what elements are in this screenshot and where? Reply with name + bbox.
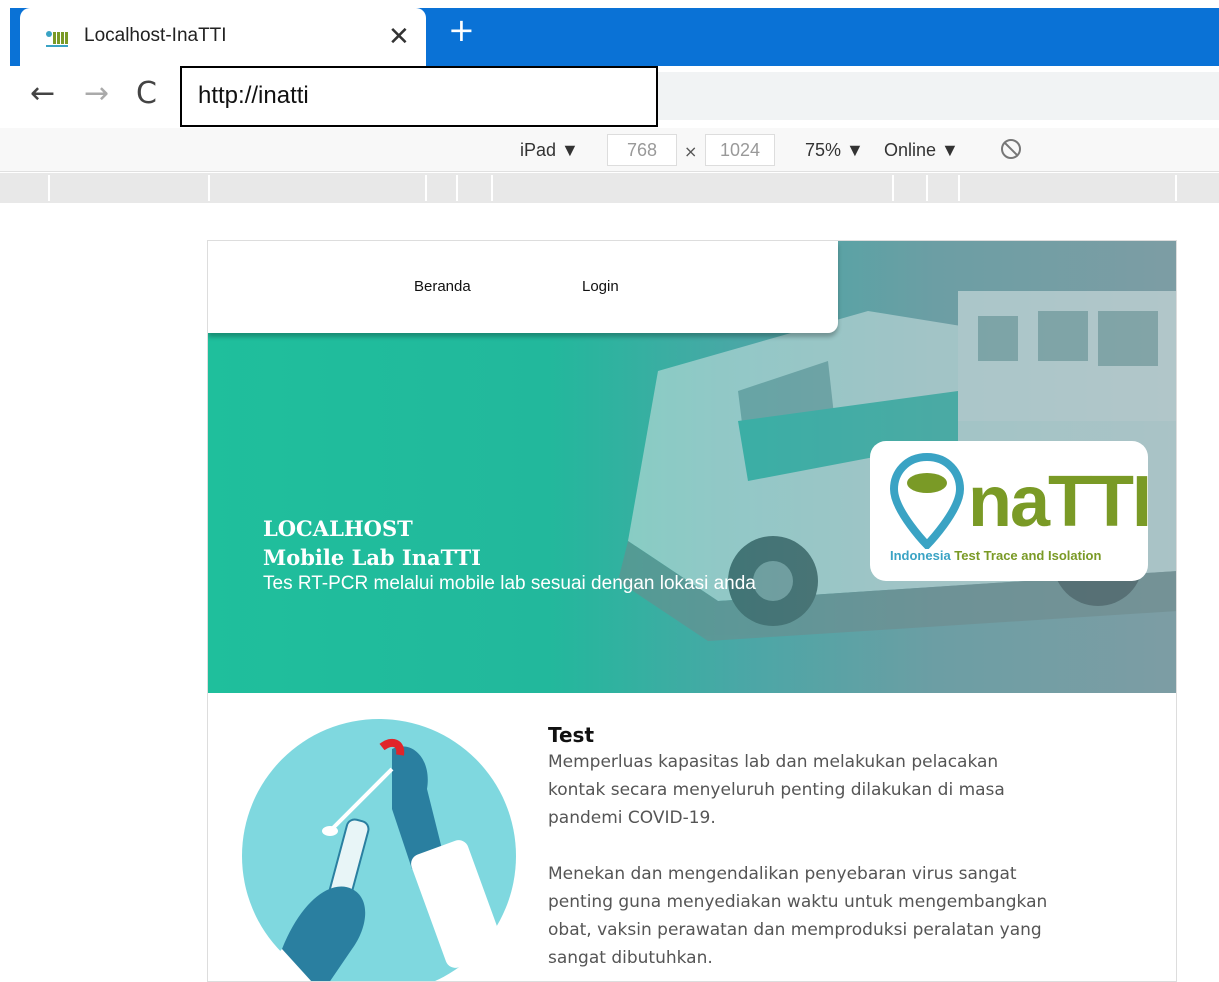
ruler-tick (892, 175, 894, 201)
forward-arrow-icon[interactable]: → (84, 76, 109, 111)
nav-link-login[interactable]: Login (582, 278, 619, 295)
ruler-tick (491, 175, 493, 201)
swab-test-illustration (242, 719, 516, 981)
address-bar-row: ← → C http://inatti (0, 66, 1219, 127)
test-paragraph-2: Menekan dan mengendalikan penyebaran vir… (548, 864, 1048, 968)
hero-subtitle: Tes RT-PCR melalui mobile lab sesuai den… (263, 573, 756, 594)
url-input[interactable]: http://inatti (180, 66, 658, 127)
logo-tagline-rest: Test Trace and Isolation (950, 548, 1102, 563)
ruler-tick (456, 175, 458, 201)
ruler-tick (1175, 175, 1177, 201)
network-throttle-select[interactable]: Online ▼ (884, 140, 959, 161)
test-section-title: Test (548, 723, 595, 747)
device-select[interactable]: iPad ▼ (520, 140, 579, 161)
map-pin-icon (889, 453, 965, 549)
emulated-page: Beranda Login LOCALHOST Mobile Lab InaTT… (207, 240, 1177, 982)
device-width-input[interactable]: 768 (607, 134, 677, 166)
logo-brand-text: naTTI (968, 462, 1152, 542)
logo-tagline: Indonesia Test Trace and Isolation (890, 548, 1101, 563)
inatti-favicon-icon (44, 28, 70, 48)
dimension-separator: × (684, 142, 698, 161)
ruler-tick (958, 175, 960, 201)
back-arrow-icon[interactable]: ← (30, 76, 55, 111)
zoom-select[interactable]: 75% ▼ (805, 140, 864, 161)
ruler-tick (208, 175, 210, 201)
test-paragraph-1: Memperluas kapasitas lab dan melakukan p… (548, 752, 1005, 828)
reload-icon[interactable]: C (136, 76, 157, 111)
ruler-tick (48, 175, 50, 201)
hero-banner: Beranda Login LOCALHOST Mobile Lab InaTT… (208, 241, 1176, 693)
hero-title-line1: LOCALHOST (263, 516, 413, 541)
logo-tagline-indonesia: Indonesia (890, 548, 951, 563)
browser-tab-strip: Localhost-InaTTI ✕ + (0, 0, 1219, 66)
device-height-input[interactable]: 1024 (705, 134, 775, 166)
nav-link-beranda[interactable]: Beranda (414, 278, 471, 295)
ruler-tick (926, 175, 928, 201)
hero-title-line2: Mobile Lab InaTTI (263, 545, 481, 570)
new-tab-button[interactable]: + (448, 14, 475, 46)
device-toolbar: iPad ▼ 768 × 1024 75% ▼ Online ▼ (0, 128, 1219, 172)
omnibox-background (656, 72, 1219, 120)
ruler-tick (425, 175, 427, 201)
tab-close-icon[interactable]: ✕ (388, 22, 410, 52)
rotate-icon[interactable] (998, 136, 1024, 162)
tab-title: Localhost-InaTTI (84, 25, 227, 46)
top-nav-card: Beranda Login (208, 241, 838, 333)
inatti-logo: naTTI Indonesia Test Trace and Isolation (870, 441, 1152, 581)
browser-tab[interactable]: Localhost-InaTTI ✕ (20, 8, 426, 66)
url-text: http://inatti (198, 82, 309, 109)
media-query-ruler (0, 173, 1219, 203)
